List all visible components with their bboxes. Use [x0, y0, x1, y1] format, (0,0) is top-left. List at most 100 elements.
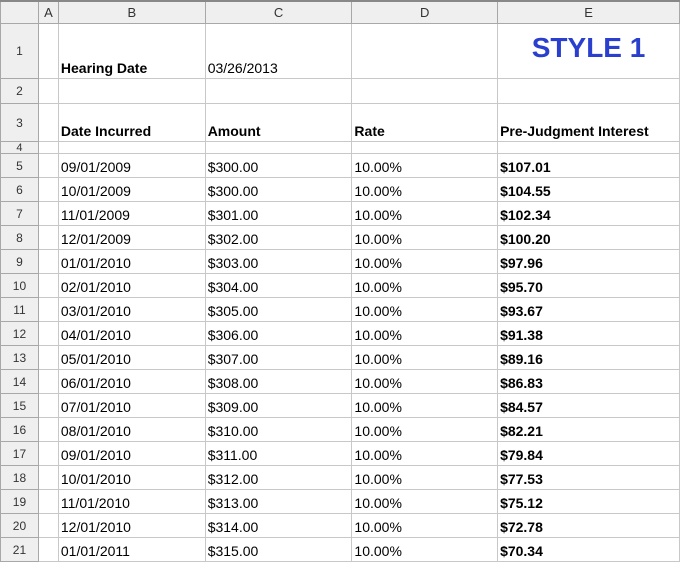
date-incurred-cell[interactable]: 01/01/2011: [57, 537, 206, 562]
date-incurred-cell[interactable]: 07/01/2010: [57, 393, 206, 418]
rate-cell[interactable]: 10.00%: [351, 369, 499, 394]
amount-cell[interactable]: $301.00: [204, 201, 353, 226]
column-header-c[interactable]: C: [204, 0, 353, 24]
interest-cell[interactable]: $97.96: [497, 249, 680, 274]
date-incurred-cell[interactable]: 10/01/2009: [57, 177, 206, 202]
cell-a[interactable]: [37, 201, 59, 226]
date-incurred-cell[interactable]: 11/01/2010: [57, 489, 206, 514]
amount-cell[interactable]: $310.00: [204, 417, 353, 442]
row-header[interactable]: 7: [0, 201, 39, 226]
cell-a[interactable]: [37, 369, 59, 394]
date-incurred-cell[interactable]: 06/01/2010: [57, 369, 206, 394]
rate-cell[interactable]: 10.00%: [351, 153, 499, 178]
rate-cell[interactable]: 10.00%: [351, 321, 499, 346]
amount-cell[interactable]: $308.00: [204, 369, 353, 394]
cell-a[interactable]: [37, 513, 59, 538]
row-header[interactable]: 20: [0, 513, 39, 538]
row-header[interactable]: 14: [0, 369, 39, 394]
cell-a[interactable]: [37, 465, 59, 490]
interest-cell[interactable]: $75.12: [497, 489, 680, 514]
row-header[interactable]: 8: [0, 225, 39, 250]
row-header[interactable]: 11: [0, 297, 39, 322]
date-incurred-cell[interactable]: 09/01/2009: [57, 153, 206, 178]
date-incurred-cell[interactable]: 05/01/2010: [57, 345, 206, 370]
row-header[interactable]: 15: [0, 393, 39, 418]
row-header[interactable]: 10: [0, 273, 39, 298]
column-header-e[interactable]: E: [497, 0, 680, 24]
cell-a1[interactable]: [37, 23, 59, 79]
interest-cell[interactable]: $95.70: [497, 273, 680, 298]
cell[interactable]: [57, 141, 206, 154]
interest-cell[interactable]: $79.84: [497, 441, 680, 466]
cell-a[interactable]: [37, 225, 59, 250]
date-incurred-cell[interactable]: 04/01/2010: [57, 321, 206, 346]
cell-a[interactable]: [37, 345, 59, 370]
cell-a3[interactable]: [37, 103, 59, 142]
cell-a[interactable]: [37, 273, 59, 298]
cell-a[interactable]: [37, 153, 59, 178]
amount-cell[interactable]: $311.00: [204, 441, 353, 466]
hearing-date-value[interactable]: 03/26/2013: [204, 23, 353, 79]
row-header[interactable]: 19: [0, 489, 39, 514]
row-header[interactable]: 9: [0, 249, 39, 274]
interest-cell[interactable]: $89.16: [497, 345, 680, 370]
rate-cell[interactable]: 10.00%: [351, 297, 499, 322]
amount-cell[interactable]: $312.00: [204, 465, 353, 490]
cell[interactable]: [204, 141, 353, 154]
amount-cell[interactable]: $300.00: [204, 177, 353, 202]
row-header[interactable]: 6: [0, 177, 39, 202]
amount-cell[interactable]: $302.00: [204, 225, 353, 250]
amount-cell[interactable]: $305.00: [204, 297, 353, 322]
row-header[interactable]: 5: [0, 153, 39, 178]
cell-a[interactable]: [37, 417, 59, 442]
rate-cell[interactable]: 10.00%: [351, 345, 499, 370]
style-title[interactable]: STYLE 1: [497, 23, 680, 79]
cell-a[interactable]: [37, 537, 59, 562]
date-incurred-cell[interactable]: 01/01/2010: [57, 249, 206, 274]
rate-cell[interactable]: 10.00%: [351, 273, 499, 298]
date-incurred-cell[interactable]: 03/01/2010: [57, 297, 206, 322]
column-header-b[interactable]: B: [57, 0, 206, 24]
row-header[interactable]: 4: [0, 141, 39, 154]
interest-cell[interactable]: $104.55: [497, 177, 680, 202]
cell-a[interactable]: [37, 249, 59, 274]
date-incurred-cell[interactable]: 10/01/2010: [57, 465, 206, 490]
amount-cell[interactable]: $313.00: [204, 489, 353, 514]
hearing-date-label[interactable]: Hearing Date: [57, 23, 206, 79]
rate-cell[interactable]: 10.00%: [351, 177, 499, 202]
rate-cell[interactable]: 10.00%: [351, 537, 499, 562]
row-header[interactable]: 12: [0, 321, 39, 346]
cell-a[interactable]: [37, 297, 59, 322]
interest-cell[interactable]: $84.57: [497, 393, 680, 418]
column-header-d[interactable]: D: [351, 0, 499, 24]
row-header[interactable]: 3: [0, 103, 39, 142]
amount-cell[interactable]: $315.00: [204, 537, 353, 562]
row-header[interactable]: 16: [0, 417, 39, 442]
interest-cell[interactable]: $72.78: [497, 513, 680, 538]
rate-cell[interactable]: 10.00%: [351, 489, 499, 514]
interest-cell[interactable]: $102.34: [497, 201, 680, 226]
cell[interactable]: [351, 141, 499, 154]
cell[interactable]: [37, 141, 59, 154]
cell[interactable]: [57, 78, 206, 104]
column-header-a[interactable]: A: [37, 0, 59, 24]
amount-cell[interactable]: $314.00: [204, 513, 353, 538]
cell[interactable]: [204, 78, 353, 104]
cell-a[interactable]: [37, 489, 59, 514]
rate-cell[interactable]: 10.00%: [351, 465, 499, 490]
rate-cell[interactable]: 10.00%: [351, 225, 499, 250]
cell-a[interactable]: [37, 177, 59, 202]
row-header[interactable]: 17: [0, 441, 39, 466]
column-label-rate[interactable]: Rate: [351, 103, 499, 142]
column-label-interest[interactable]: Pre-Judgment Interest: [497, 103, 680, 142]
amount-cell[interactable]: $306.00: [204, 321, 353, 346]
rate-cell[interactable]: 10.00%: [351, 513, 499, 538]
rate-cell[interactable]: 10.00%: [351, 417, 499, 442]
column-label-date[interactable]: Date Incurred: [57, 103, 206, 142]
interest-cell[interactable]: $91.38: [497, 321, 680, 346]
amount-cell[interactable]: $304.00: [204, 273, 353, 298]
cell[interactable]: [497, 78, 680, 104]
rate-cell[interactable]: 10.00%: [351, 201, 499, 226]
interest-cell[interactable]: $100.20: [497, 225, 680, 250]
amount-cell[interactable]: $309.00: [204, 393, 353, 418]
